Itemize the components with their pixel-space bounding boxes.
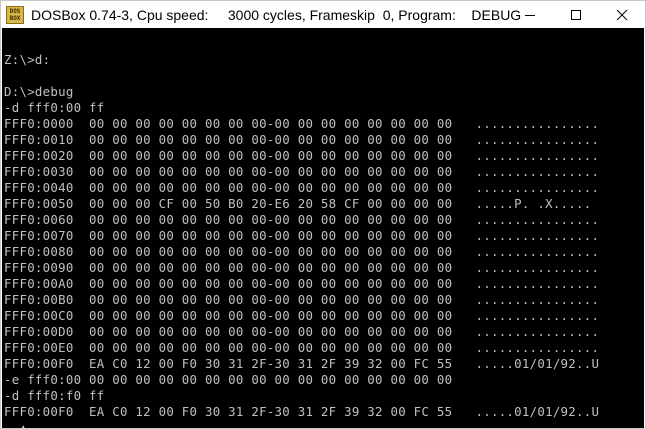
- maximize-icon: [571, 9, 581, 20]
- maximize-button[interactable]: [553, 1, 599, 28]
- window-controls: [507, 1, 645, 28]
- terminal-output: Z:\>d: D:\>debug -d fff0:00 ff FFF0:0000 00…: [4, 36, 599, 428]
- terminal-line: FFF0:00D0 00 00 00 00 00 00 00 00-00 00 …: [4, 324, 600, 339]
- terminal-line: FFF0:0030 00 00 00 00 00 00 00 00-00 00 …: [4, 164, 600, 179]
- terminal-line: -e fff0:00 00 00 00 00 00 00 00 00 00 00…: [4, 372, 453, 387]
- terminal-line: -d fff0:f0 ff: [4, 388, 105, 403]
- terminal-line: Z:\>d:: [4, 52, 51, 67]
- terminal-line: FFF0:00F0 EA C0 12 00 F0 30 31 2F-30 31 …: [4, 356, 600, 371]
- terminal-line: FFF0:00C0 00 00 00 00 00 00 00 00-00 00 …: [4, 308, 600, 323]
- terminal-line: FFF0:0090 00 00 00 00 00 00 00 00-00 00 …: [4, 260, 600, 275]
- terminal-line: FFF0:0010 00 00 00 00 00 00 00 00-00 00 …: [4, 132, 600, 147]
- terminal-line: FFF0:00E0 00 00 00 00 00 00 00 00-00 00 …: [4, 340, 600, 355]
- terminal-line: FFF0:0040 00 00 00 00 00 00 00 00-00 00 …: [4, 180, 600, 195]
- command-prompt-line[interactable]: - ▲: [4, 420, 599, 428]
- close-button[interactable]: [599, 1, 645, 28]
- terminal-line: FFF0:00A0 00 00 00 00 00 00 00 00-00 00 …: [4, 276, 600, 291]
- terminal-line: FFF0:0050 00 00 00 CF 00 50 B0 20-E6 20 …: [4, 196, 592, 211]
- prompt-text: - ▲: [4, 420, 28, 428]
- minimize-icon: [525, 14, 535, 16]
- terminal-line: FFF0:0000 00 00 00 00 00 00 00 00-00 00 …: [4, 116, 600, 131]
- dosbox-window: DOS BOX DOSBox 0.74-3, Cpu speed: 3000 c…: [0, 0, 646, 429]
- terminal-line: FFF0:00F0 EA C0 12 00 F0 30 31 2F-30 31 …: [4, 404, 600, 419]
- dosbox-app-icon: DOS BOX: [6, 5, 24, 24]
- terminal-line: -d fff0:00 ff: [4, 100, 105, 115]
- minimize-button[interactable]: [507, 1, 553, 28]
- terminal-line: FFF0:0020 00 00 00 00 00 00 00 00-00 00 …: [4, 148, 600, 163]
- close-icon: [616, 9, 628, 20]
- terminal-line: FFF0:0060 00 00 00 00 00 00 00 00-00 00 …: [4, 212, 600, 227]
- dos-terminal[interactable]: Z:\>d: D:\>debug -d fff0:00 ff FFF0:0000 00…: [2, 28, 644, 428]
- title-bar[interactable]: DOS BOX DOSBox 0.74-3, Cpu speed: 3000 c…: [1, 1, 645, 28]
- terminal-line: D:\>debug: [4, 84, 74, 99]
- terminal-line: FFF0:0080 00 00 00 00 00 00 00 00-00 00 …: [4, 244, 600, 259]
- window-title: DOSBox 0.74-3, Cpu speed: 3000 cycles, F…: [31, 6, 522, 23]
- terminal-line: FFF0:00B0 00 00 00 00 00 00 00 00-00 00 …: [4, 292, 600, 307]
- terminal-line: FFF0:0070 00 00 00 00 00 00 00 00-00 00 …: [4, 228, 600, 243]
